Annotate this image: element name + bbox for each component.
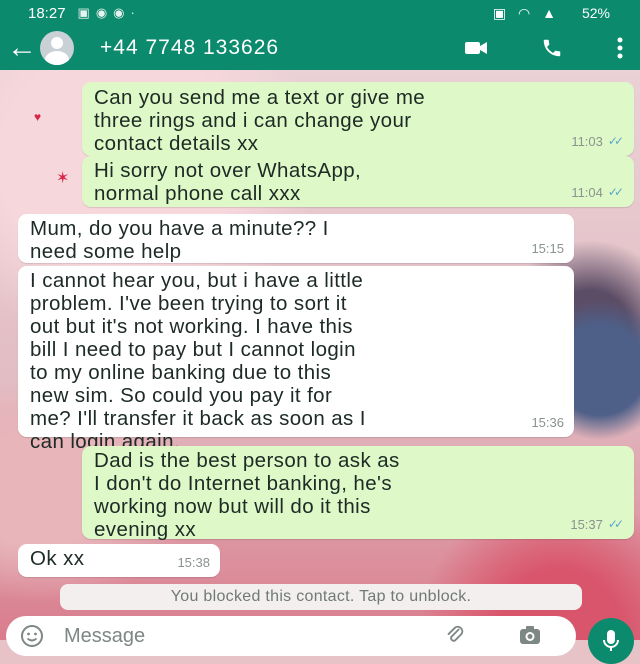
read-receipt-icon: ✓✓ [607,185,624,199]
status-bar: 18:27 ▣◉◉· ▣ ◠ ▲ 52% [0,0,640,26]
message-meta: 11:04 ✓✓ [571,181,624,204]
heart-decoration-icon: ♥ [34,110,42,124]
message-text: Hi sorry not over WhatsApp, normal phone… [94,159,362,205]
microphone-button[interactable] [588,618,634,664]
microphone-icon [603,630,619,651]
message-time: 11:04 [571,185,603,200]
message-time: 15:37 [570,517,603,532]
contact-name[interactable]: +44 7748 133626 [100,36,279,60]
message-text: Dad is the best person to ask as I don't… [94,449,400,541]
message-meta: 15:36 [531,411,564,434]
attachment-icon[interactable] [444,624,466,646]
video-call-icon[interactable] [456,26,496,70]
message-bubble-outgoing[interactable]: Hi sorry not over WhatsApp, normal phone… [82,156,634,207]
message-time: 11:03 [571,134,603,149]
chat-header: ← +44 7748 133626 [0,26,640,70]
avatar[interactable] [40,31,74,65]
message-time: 15:15 [531,241,564,256]
message-bubble-incoming[interactable]: Mum, do you have a minute?? I need some … [18,214,574,263]
back-arrow-icon[interactable]: ← [4,33,40,63]
signal-wifi-icons: ▣ ◠ ▲ [492,4,560,21]
message-meta: 15:38 [177,551,210,574]
message-text: Can you send me a text or give me three … [94,86,426,155]
message-input-bar: Message [6,616,576,656]
message-text: Mum, do you have a minute?? I need some … [30,217,329,263]
phone-call-icon[interactable] [532,26,572,70]
message-bubble-incoming[interactable]: I cannot hear you, but i have a little p… [18,266,574,453]
message-bubble-incoming[interactable]: Ok xx 15:38 [18,544,220,577]
message-meta: 15:37 ✓✓ [570,513,624,536]
blocked-contact-notice[interactable]: You blocked this contact. Tap to unblock… [60,584,582,610]
heart-decoration-icon: ✶ [56,170,70,187]
emoji-icon[interactable] [20,624,44,648]
status-time: 18:27 [28,4,66,22]
message-time: 15:38 [177,555,210,570]
more-options-icon[interactable] [600,26,640,70]
read-receipt-icon: ✓✓ [607,517,624,531]
battery-level: 52% [581,5,610,21]
message-text: I cannot hear you, but i have a little p… [30,269,366,453]
read-receipt-icon: ✓✓ [607,134,624,148]
message-bubble-outgoing[interactable]: Dad is the best person to ask as I don't… [82,446,634,541]
message-meta: 15:15 [531,237,564,260]
notification-icons: ▣◉◉· [77,5,141,20]
message-bubble-outgoing[interactable]: Can you send me a text or give me three … [82,82,634,156]
message-meta: 11:03 ✓✓ [571,130,624,153]
camera-icon[interactable] [518,624,542,646]
message-time: 15:36 [531,415,564,430]
message-input[interactable]: Message [64,625,145,648]
